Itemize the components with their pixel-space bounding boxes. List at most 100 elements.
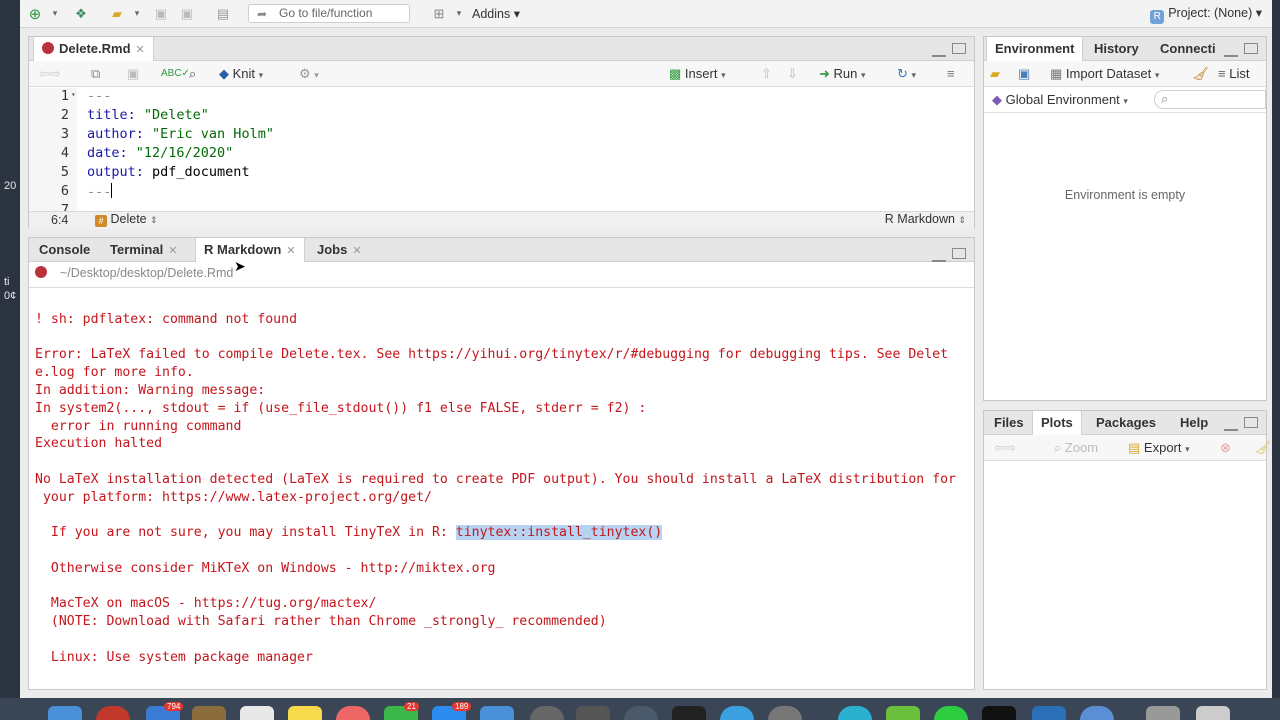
new-file-icon[interactable]: ⊕ <box>26 4 44 24</box>
go-to-file-input[interactable]: ➦ Go to file/function <box>248 4 410 23</box>
code-editor[interactable]: 1 ▾ --- 2 title: "Delete" 3 author: "Eri… <box>29 88 974 211</box>
show-in-window-icon[interactable]: ⧉ <box>91 65 100 83</box>
calendar-app-icon[interactable] <box>240 706 274 720</box>
broom-icon[interactable]: 🧹︎ <box>1192 65 1209 83</box>
app-icon[interactable] <box>1080 706 1114 720</box>
app-icon[interactable] <box>1032 706 1066 720</box>
project-menu[interactable]: R Project: (None) ▾ <box>1150 5 1262 24</box>
messages-app-icon[interactable]: 21 <box>384 702 419 720</box>
line-number: 3 <box>60 126 69 142</box>
tab-r-markdown[interactable]: R Markdown ✕ <box>195 238 305 263</box>
run-button[interactable]: ➜ Run ▾ <box>819 65 866 83</box>
fold-arrow-icon[interactable]: ▾ <box>71 90 76 99</box>
mail-app-icon[interactable]: 794 <box>146 702 184 720</box>
tab-packages[interactable]: Packages <box>1088 411 1164 435</box>
close-icon[interactable]: ✕ <box>352 245 361 257</box>
tab-help[interactable]: Help <box>1172 411 1216 435</box>
trash-icon[interactable] <box>1196 706 1230 720</box>
close-icon[interactable]: ✕ <box>168 245 177 257</box>
app-icon[interactable] <box>1146 706 1180 720</box>
zoom-button[interactable]: ⌕ Zoom <box>1054 439 1098 457</box>
search-icon[interactable]: ⌕ <box>189 65 196 83</box>
clear-plots-icon[interactable]: 🧹︎ <box>1254 439 1271 457</box>
list-icon: ≡ <box>1218 66 1226 81</box>
notes-app-icon[interactable] <box>288 706 322 720</box>
addins-menu[interactable]: Addins ▾ <box>472 6 520 21</box>
tab-plots[interactable]: Plots <box>1032 411 1082 436</box>
knit-button[interactable]: ◆ Knit ▾ <box>219 65 263 83</box>
outline-icon[interactable]: ≡ <box>947 65 955 83</box>
file-type-menu[interactable]: R Markdown ⇕ <box>885 212 966 226</box>
close-icon[interactable]: ✕ <box>286 245 295 257</box>
minimize-icon[interactable] <box>932 53 946 57</box>
minimize-icon[interactable] <box>1224 427 1238 431</box>
insert-chunk-button[interactable]: ▩ Insert ▾ <box>669 65 726 83</box>
chevron-down-icon[interactable]: ▾ <box>46 4 64 24</box>
grid-layout-icon[interactable]: ⊞ <box>430 4 448 24</box>
back-arrow-icon[interactable]: ⇦⇨ <box>39 65 61 83</box>
app-icon[interactable] <box>576 706 610 720</box>
app-icon[interactable] <box>934 706 968 720</box>
app-icon[interactable] <box>886 706 920 720</box>
app-icon[interactable] <box>982 706 1016 720</box>
app-icon[interactable] <box>624 706 658 720</box>
gear-icon[interactable]: ⚙ ▾ <box>299 65 319 83</box>
env-search-input[interactable]: ⌕ <box>1154 90 1266 109</box>
code-line: output: pdf_document <box>87 164 250 180</box>
tab-jobs[interactable]: Jobs ✕ <box>309 238 370 262</box>
maximize-icon[interactable] <box>952 43 966 54</box>
global-env-menu[interactable]: ◆ Global Environment ▾ <box>992 91 1128 109</box>
close-icon[interactable]: ✕ <box>136 44 145 56</box>
prev-chunk-icon[interactable]: ⇧ <box>761 65 772 83</box>
import-dataset-button[interactable]: ▦ Import Dataset ▾ <box>1050 65 1159 83</box>
app-icon[interactable] <box>720 706 754 720</box>
minimize-icon[interactable] <box>1224 53 1238 57</box>
app-icon[interactable] <box>96 706 130 720</box>
save-all-icon[interactable]: ▣ <box>178 4 196 24</box>
open-file-icon[interactable]: ▰ <box>108 4 126 24</box>
app-icon[interactable] <box>672 706 706 720</box>
chevron-down-icon[interactable]: ▾ <box>450 4 468 24</box>
tab-environment[interactable]: Environment <box>986 37 1084 62</box>
save-icon[interactable]: ▣ <box>1018 65 1030 83</box>
insert-icon: ▩ <box>669 66 682 81</box>
rerun-icon[interactable]: ↻ ▾ <box>897 65 916 83</box>
tab-connections[interactable]: Connecti <box>1152 37 1226 61</box>
finder-app-icon[interactable] <box>48 706 82 720</box>
print-icon[interactable]: ▤ <box>214 4 232 24</box>
export-button[interactable]: ▤ Export ▾ <box>1128 439 1190 457</box>
tab-delete-rmd[interactable]: Delete.Rmd ✕ <box>33 37 154 62</box>
list-view-toggle[interactable]: ≡ List <box>1218 65 1249 83</box>
app-icon[interactable] <box>768 706 802 720</box>
back-arrow-icon[interactable]: ⇦⇨ <box>994 439 1016 457</box>
new-project-icon[interactable]: ❖ <box>72 4 90 24</box>
next-chunk-icon[interactable]: ⇩ <box>787 65 798 83</box>
maximize-icon[interactable] <box>952 248 966 259</box>
tab-files[interactable]: Files <box>986 411 1032 435</box>
app-icon[interactable] <box>838 706 872 720</box>
photos-app-icon[interactable] <box>336 706 370 720</box>
console-path-bar: ~/Desktop/desktop/Delete.Rmd <box>29 262 974 288</box>
chunk-navigator[interactable]: # Delete ⇕ <box>95 212 158 227</box>
app-icon[interactable] <box>480 706 514 720</box>
tab-console[interactable]: Console <box>31 238 98 262</box>
load-workspace-icon[interactable]: ▰ <box>990 65 1000 83</box>
maximize-icon[interactable] <box>1244 417 1258 428</box>
save-icon[interactable]: ▣ <box>152 4 170 24</box>
maximize-icon[interactable] <box>1244 43 1258 54</box>
spellcheck-icon[interactable]: ABC✓ <box>161 65 190 83</box>
app-icon[interactable] <box>530 706 564 720</box>
tab-terminal[interactable]: Terminal ✕ <box>102 238 185 262</box>
pane-window-controls <box>1218 417 1258 431</box>
chevron-down-icon[interactable]: ▾ <box>128 4 146 24</box>
tab-history[interactable]: History <box>1086 37 1147 61</box>
output-line: MacTeX on macOS - https://tug.org/mactex… <box>35 596 377 611</box>
save-icon[interactable]: ▣ <box>127 65 139 83</box>
env-empty-message: Environment is empty <box>1064 188 1186 202</box>
remove-plot-icon[interactable]: ⊗ <box>1220 439 1231 457</box>
code-line: date: "12/16/2020" <box>87 145 234 161</box>
app-icon[interactable] <box>192 706 226 720</box>
render-output[interactable]: ! sh: pdflatex: command not found Error:… <box>29 288 974 689</box>
app-icon[interactable]: 189 <box>432 702 472 720</box>
hash-icon: # <box>95 215 107 227</box>
